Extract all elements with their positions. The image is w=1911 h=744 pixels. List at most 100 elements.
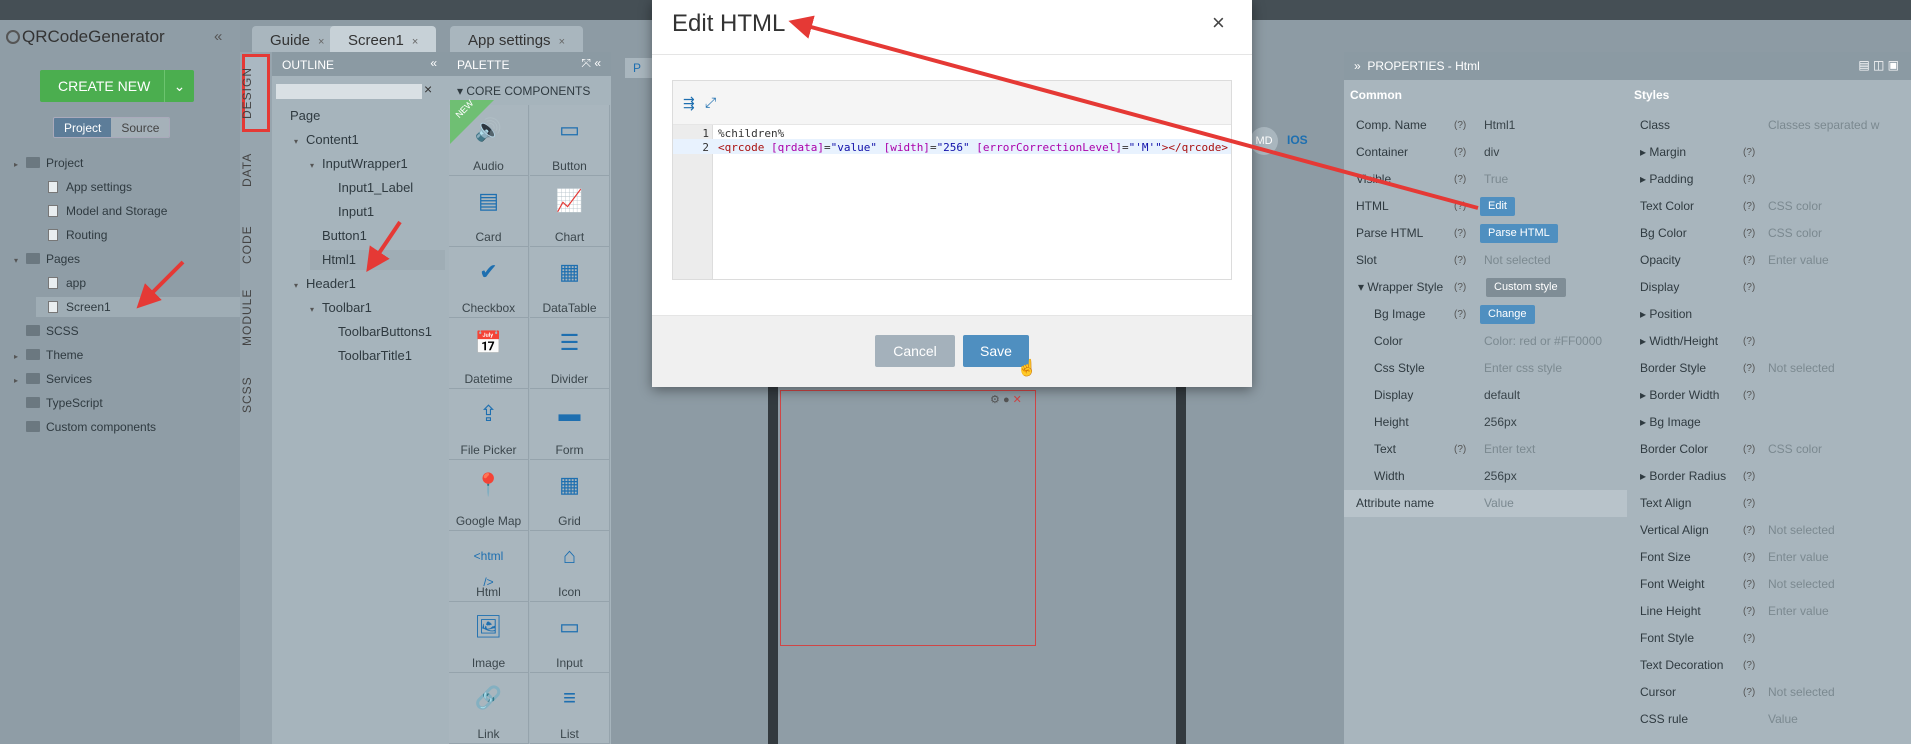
tree-item[interactable]: ▸ Theme <box>14 345 240 365</box>
tab-module[interactable]: MODULE <box>240 282 272 352</box>
caret-icon[interactable]: ▾ <box>310 156 322 176</box>
outline-item[interactable]: Page <box>278 106 445 126</box>
tab-guide[interactable]: Guide × <box>252 26 343 52</box>
style-value[interactable]: Not selected <box>1768 679 1835 706</box>
custom-style-button[interactable]: Custom style <box>1486 278 1566 297</box>
palette-item[interactable]: ▦ DataTable <box>530 247 610 318</box>
caret-icon[interactable]: ▸ <box>14 371 26 391</box>
help-icon[interactable]: (?) <box>1743 193 1755 220</box>
property-value[interactable]: Enter css style <box>1484 355 1562 382</box>
collapse-outline-icon[interactable]: « <box>430 56 437 70</box>
caret-icon[interactable]: ▾ <box>14 251 26 271</box>
help-icon[interactable]: (?) <box>1454 274 1466 301</box>
help-icon[interactable]: (?) <box>1743 463 1755 490</box>
change-button[interactable]: Change <box>1480 305 1535 324</box>
tab-design[interactable]: DESIGN <box>240 58 272 128</box>
outline-item[interactable]: ▾ Toolbar1 <box>310 298 445 318</box>
code-line-1[interactable]: %children% <box>718 127 784 140</box>
help-icon[interactable]: (?) <box>1743 382 1755 409</box>
property-value[interactable]: default <box>1484 382 1520 409</box>
help-icon[interactable]: (?) <box>1743 355 1755 382</box>
tree-item[interactable]: Routing <box>36 225 240 245</box>
project-tab[interactable]: Project <box>54 118 112 137</box>
cancel-button[interactable]: Cancel <box>875 335 955 367</box>
more-icon[interactable]: ● <box>1003 394 1010 406</box>
style-value[interactable]: CSS color <box>1768 436 1822 463</box>
palette-item[interactable]: 📈 Chart <box>530 176 610 247</box>
caret-icon[interactable]: ▾ <box>310 300 322 320</box>
tree-item[interactable]: SCSS <box>14 321 240 341</box>
property-value[interactable]: Not selected <box>1484 247 1551 274</box>
html1-component[interactable] <box>780 390 1036 646</box>
help-icon[interactable]: (?) <box>1743 598 1755 625</box>
gear-icon[interactable]: ⚙ <box>990 394 1000 406</box>
code-line-2[interactable]: <qrcode [qrdata]="value" [width]="256" [… <box>718 141 1228 154</box>
style-value[interactable]: Enter value <box>1768 544 1829 571</box>
palette-item[interactable]: ▭ Input <box>530 602 610 673</box>
property-value[interactable]: 256px <box>1484 463 1517 490</box>
outline-item[interactable]: ToolbarButtons1 <box>326 322 445 342</box>
delete-icon[interactable]: ✕ <box>1013 394 1022 406</box>
palette-item[interactable]: ▭ Button <box>530 105 610 176</box>
palette-item[interactable]: 📍 Google Map <box>449 460 529 531</box>
component-controls[interactable]: ⚙ ● ✕ <box>990 393 1022 406</box>
outline-item[interactable]: Input1_Label <box>326 178 445 198</box>
help-icon[interactable]: (?) <box>1743 625 1755 652</box>
property-value[interactable]: div <box>1484 139 1499 166</box>
md-mode-button[interactable]: MD <box>1250 127 1278 155</box>
style-value[interactable]: Classes separated w <box>1768 112 1879 139</box>
outline-item[interactable]: Button1 <box>310 226 445 246</box>
help-icon[interactable]: (?) <box>1454 139 1466 166</box>
tree-item[interactable]: App settings <box>36 177 240 197</box>
close-icon[interactable]: × <box>412 36 418 48</box>
tree-item[interactable]: app <box>36 273 240 293</box>
fullscreen-icon[interactable]: ⤢ <box>705 94 716 111</box>
help-icon[interactable]: (?) <box>1743 166 1755 193</box>
tab-scss[interactable]: SCSS <box>240 360 272 430</box>
help-icon[interactable]: (?) <box>1743 679 1755 706</box>
help-icon[interactable]: (?) <box>1743 274 1755 301</box>
parse-html-button[interactable]: Parse HTML <box>1480 224 1558 243</box>
close-icon[interactable]: × <box>318 36 324 48</box>
palette-header-icons[interactable]: ⤧ « <box>581 56 601 71</box>
tree-item[interactable]: Model and Storage <box>36 201 240 221</box>
outline-item[interactable]: ▾ InputWrapper1 <box>310 154 445 174</box>
outline-item[interactable]: Input1 <box>326 202 445 222</box>
property-value[interactable]: True <box>1484 166 1508 193</box>
style-value[interactable]: CSS color <box>1768 220 1822 247</box>
close-icon[interactable]: × <box>559 36 565 48</box>
caret-icon[interactable]: ▾ <box>294 276 306 296</box>
help-icon[interactable]: (?) <box>1454 220 1466 247</box>
palette-item[interactable]: 📅 Datetime <box>449 318 529 389</box>
style-value[interactable]: CSS color <box>1768 193 1822 220</box>
help-icon[interactable]: (?) <box>1454 247 1466 274</box>
help-icon[interactable]: (?) <box>1454 166 1466 193</box>
tab-screen1[interactable]: Screen1 × <box>330 26 437 52</box>
layout-icons[interactable]: ▤ ◫ ▣ <box>1858 58 1899 72</box>
tree-item[interactable]: Screen1 <box>36 297 240 317</box>
style-value[interactable]: Not selected <box>1768 517 1835 544</box>
help-icon[interactable]: (?) <box>1743 436 1755 463</box>
create-new-button[interactable]: CREATE NEW ⌄ <box>40 70 194 102</box>
clear-search-icon[interactable]: × <box>424 81 432 97</box>
outline-item[interactable]: ▾ Header1 <box>294 274 445 294</box>
style-value[interactable]: Value <box>1768 706 1798 733</box>
property-value[interactable]: Value <box>1484 490 1514 517</box>
caret-icon[interactable]: ▸ <box>14 347 26 367</box>
style-value[interactable]: Not selected <box>1768 355 1835 382</box>
canvas-tab-fragment[interactable]: P <box>625 58 655 78</box>
edit-button[interactable]: Edit <box>1480 197 1515 216</box>
help-icon[interactable]: (?) <box>1454 193 1466 220</box>
help-icon[interactable]: (?) <box>1743 139 1755 166</box>
property-value[interactable]: Html1 <box>1484 112 1515 139</box>
tab-app-settings[interactable]: App settings × <box>450 26 583 52</box>
palette-item[interactable]: ⌂ Icon <box>530 531 610 602</box>
property-value[interactable]: Color: red or #FF0000 <box>1484 328 1602 355</box>
help-icon[interactable]: (?) <box>1743 544 1755 571</box>
tree-item[interactable]: Custom components <box>14 417 240 437</box>
help-icon[interactable]: (?) <box>1743 247 1755 274</box>
tree-item[interactable]: TypeScript <box>14 393 240 413</box>
palette-item[interactable]: 🔗 Link <box>449 673 529 744</box>
ios-mode-button[interactable]: IOS <box>1287 133 1308 147</box>
palette-item[interactable]: ▤ Card <box>449 176 529 247</box>
